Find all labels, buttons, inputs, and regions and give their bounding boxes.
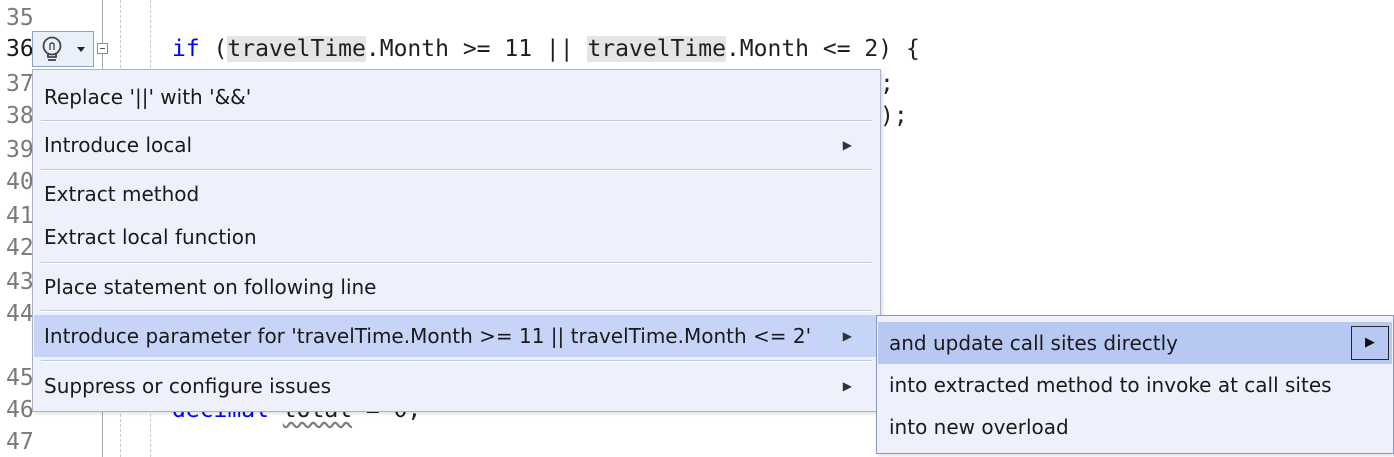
collapse-region-icon[interactable] (97, 43, 108, 54)
menu-item-label: Introduce parameter for 'travelTime.Mont… (44, 324, 812, 348)
menu-separator (41, 310, 872, 312)
menu-item-label: Replace '||' with '&&' (44, 85, 252, 109)
menu-item-label: Introduce local (44, 133, 193, 157)
menu-separator (41, 120, 872, 122)
menu-item-label: Place statement on following line (44, 275, 377, 299)
code-identifier: travelTime (227, 36, 366, 62)
code-line-38-tail: ); (880, 103, 908, 129)
quick-actions-menu: Replace '||' with '&&' Introduce local ▶… (32, 69, 881, 412)
keyword-if: if (172, 36, 200, 62)
preview-arrow-icon[interactable]: ▶ (1351, 326, 1389, 360)
menu-item-suppress-or-configure[interactable]: Suppress or configure issues ▶ (34, 365, 879, 407)
menu-item-label: Extract local function (44, 225, 257, 249)
line-number: 47 (6, 429, 34, 455)
submenu-item-update-call-sites[interactable]: and update call sites directly ▶ (878, 322, 1392, 364)
code-identifier: travelTime (587, 36, 726, 62)
menu-item-extract-method[interactable]: Extract method (34, 173, 879, 215)
lightbulb-icon (42, 36, 62, 61)
line-number: 35 (6, 5, 34, 31)
code-token: .Month >= 11 || (365, 36, 588, 62)
code-line-37-tail: ; (880, 71, 894, 97)
submenu-item-extracted-method[interactable]: into extracted method to invoke at call … (878, 364, 1392, 406)
code-token: .Month <= 2) { (725, 36, 920, 62)
submenu-arrow-icon: ▶ (842, 138, 852, 152)
menu-item-label: Extract method (44, 182, 200, 206)
menu-separator (41, 360, 872, 362)
submenu-item-new-overload[interactable]: into new overload (878, 406, 1392, 448)
menu-item-replace-or-with-and[interactable]: Replace '||' with '&&' (34, 76, 879, 118)
menu-separator (41, 262, 872, 264)
code-token: ( (199, 36, 228, 62)
quick-actions-button[interactable] (32, 31, 94, 67)
menu-item-label: and update call sites directly (889, 331, 1179, 355)
menu-item-extract-local-function[interactable]: Extract local function (34, 216, 879, 258)
menu-separator (41, 169, 872, 171)
caret-down-icon (77, 47, 85, 52)
code-editor[interactable]: 35 36 37 38 39 40 41 42 43 44 45 46 47 i… (0, 0, 1394, 457)
submenu-arrow-icon: ▶ (842, 379, 852, 393)
introduce-parameter-submenu: and update call sites directly ▶ into ex… (876, 315, 1394, 454)
menu-item-place-statement[interactable]: Place statement on following line (34, 266, 879, 308)
submenu-arrow-icon: ▶ (842, 329, 852, 343)
menu-item-label: into extracted method to invoke at call … (889, 373, 1332, 397)
menu-item-introduce-parameter[interactable]: Introduce parameter for 'travelTime.Mont… (34, 315, 879, 357)
menu-item-label: Suppress or configure issues (44, 374, 331, 398)
code-line-36[interactable]: if (travelTime.Month >= 11 || travelTime… (172, 33, 920, 65)
menu-item-introduce-local[interactable]: Introduce local ▶ (34, 124, 879, 166)
menu-item-label: into new overload (889, 415, 1069, 439)
